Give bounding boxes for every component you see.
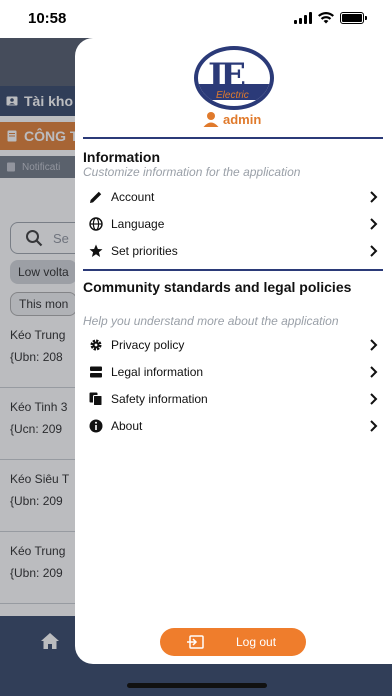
gear-icon — [89, 338, 103, 352]
status-time: 10:58 — [28, 10, 67, 27]
chevron-right-icon — [370, 339, 378, 351]
status-bar: 10:58 — [0, 0, 392, 38]
chevron-right-icon — [370, 218, 378, 230]
user-profile: admin — [203, 111, 261, 127]
user-icon — [203, 112, 219, 127]
menu-item-safety-information[interactable]: Safety information — [89, 387, 379, 411]
globe-icon — [89, 217, 103, 231]
wifi-icon — [318, 12, 334, 24]
chevron-right-icon — [370, 420, 378, 432]
chevron-right-icon — [370, 245, 378, 257]
divider — [83, 137, 383, 139]
menu-item-about[interactable]: About — [89, 414, 379, 438]
section-title-community: Community standards and legal policies — [83, 279, 352, 295]
section-title-information: Information — [83, 149, 160, 165]
chevron-right-icon — [370, 393, 378, 405]
menu-item-language[interactable]: Language — [89, 212, 379, 236]
chevron-right-icon — [370, 191, 378, 203]
section-subtitle-community: Help you understand more about the appli… — [83, 314, 339, 328]
logout-icon — [187, 635, 204, 649]
status-icons — [294, 12, 367, 24]
menu-item-set-priorities[interactable]: Set priorities — [89, 239, 379, 263]
documents-icon — [89, 392, 103, 406]
menu-item-legal-information[interactable]: Legal information — [89, 360, 379, 384]
storage-icon — [89, 365, 103, 379]
info-icon — [89, 419, 103, 433]
cellular-signal-icon — [294, 12, 312, 24]
pencil-icon — [89, 190, 103, 204]
menu-item-privacy-policy[interactable]: Privacy policy — [89, 333, 379, 357]
company-logo: JE Electric — [194, 46, 274, 110]
divider — [83, 269, 383, 271]
chevron-right-icon — [370, 366, 378, 378]
username: admin — [223, 111, 262, 127]
star-icon — [89, 244, 103, 258]
section-subtitle-information: Customize information for the applicatio… — [83, 165, 301, 179]
logout-button[interactable]: Log out — [160, 628, 306, 656]
battery-icon — [340, 12, 367, 24]
home-indicator — [127, 683, 267, 688]
menu-item-account[interactable]: Account — [89, 185, 379, 209]
side-drawer: JE Electric admin Information Customize … — [75, 38, 392, 664]
